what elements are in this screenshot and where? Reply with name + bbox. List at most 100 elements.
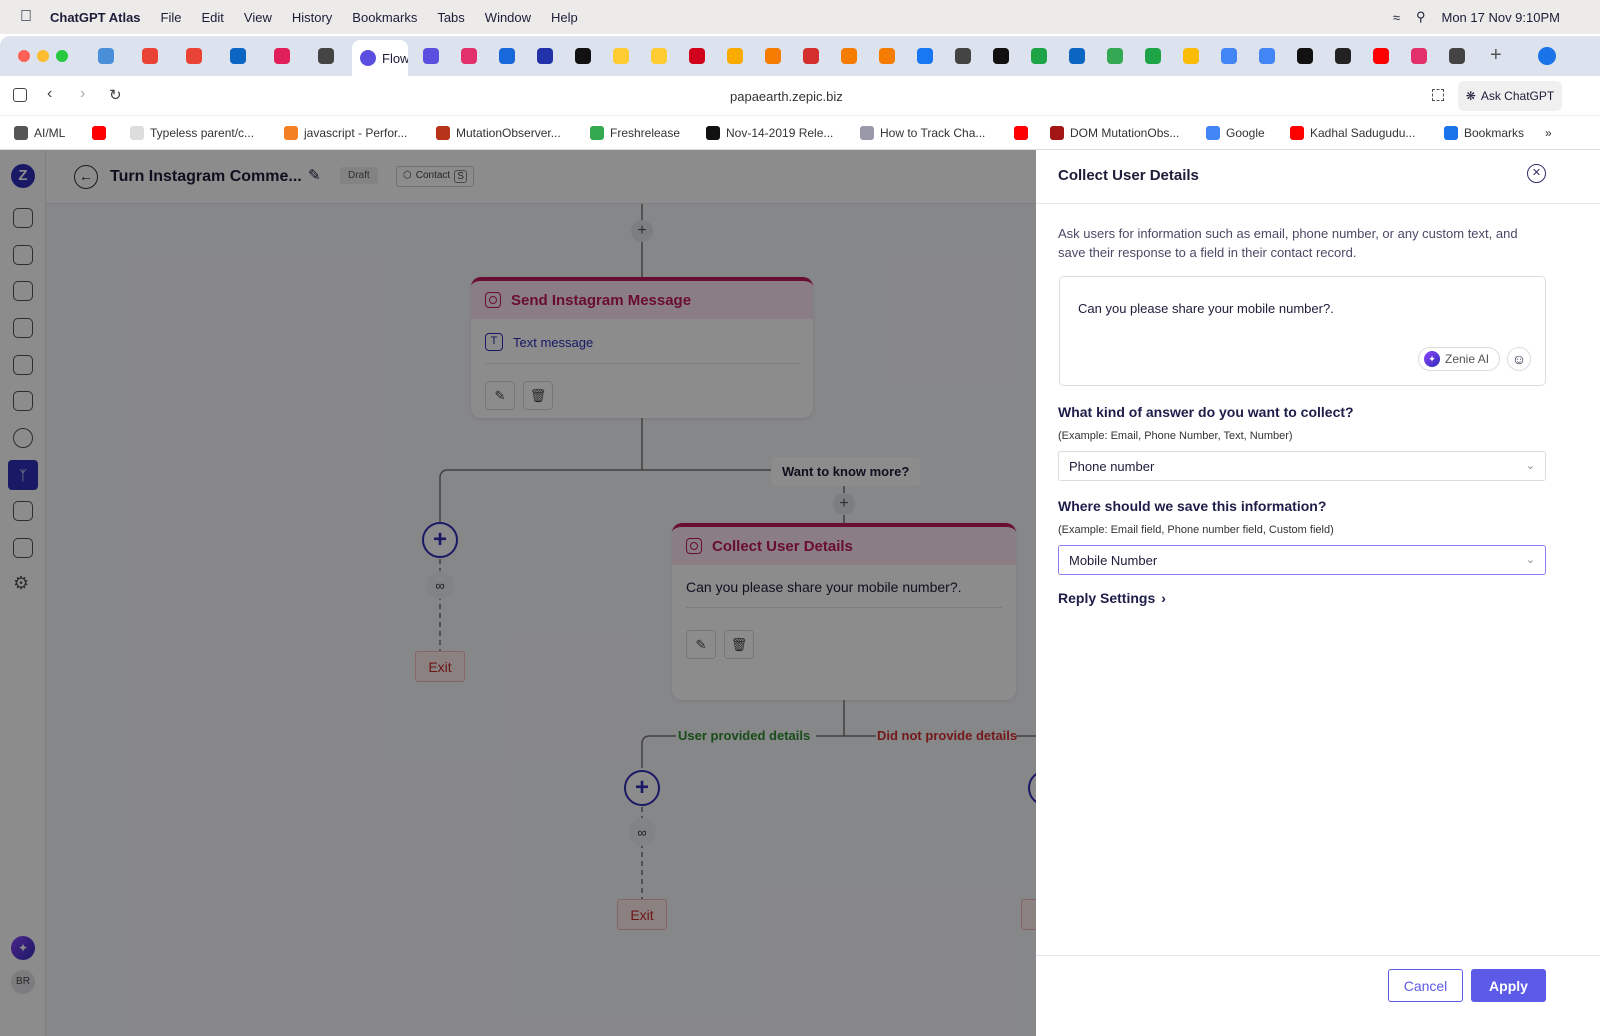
wifi-icon[interactable]: ≈ [1393, 10, 1400, 25]
drive-icon[interactable] [1183, 48, 1199, 64]
bookmark-icon [1444, 126, 1458, 140]
menu-edit[interactable]: Edit [201, 10, 223, 25]
bookmark-item[interactable] [1014, 126, 1028, 140]
bookmark-item[interactable] [92, 126, 106, 140]
close-window-button[interactable] [18, 50, 30, 62]
bookmark-item[interactable]: javascript - Perfor... [284, 126, 407, 140]
zepic-icon[interactable] [423, 48, 439, 64]
apple-icon[interactable]:  [20, 8, 32, 26]
menu-file[interactable]: File [161, 10, 182, 25]
menu-window[interactable]: Window [485, 10, 531, 25]
emoji-icon[interactable]: ☺ [1507, 347, 1531, 371]
menu-help[interactable]: Help [551, 10, 578, 25]
infinity-icon[interactable] [537, 48, 553, 64]
bookmark-label: Freshrelease [610, 126, 681, 140]
huggingface-icon[interactable] [651, 48, 667, 64]
docs-icon[interactable] [1221, 48, 1237, 64]
menu-view[interactable]: View [244, 10, 272, 25]
panel-description: Ask users for information such as email,… [1058, 226, 1518, 260]
bookmark-icon [284, 126, 298, 140]
bookmark-icon [706, 126, 720, 140]
bookmark-item[interactable]: How to Track Cha... [860, 126, 985, 140]
bookmark-item[interactable]: MutationObserver... [436, 126, 561, 140]
qr-icon[interactable] [1432, 89, 1444, 101]
bookmark-label: DOM MutationObs... [1070, 126, 1180, 140]
more-bookmarks-icon[interactable]: » [1545, 126, 1552, 140]
facebook-icon[interactable] [917, 48, 933, 64]
jira-icon[interactable] [499, 48, 515, 64]
reload-icon[interactable]: ↻ [109, 86, 122, 104]
app-icon[interactable] [575, 48, 591, 64]
box-icon[interactable] [841, 48, 857, 64]
message-textarea[interactable]: Can you please share your mobile number?… [1059, 276, 1546, 386]
modal-backdrop[interactable] [0, 150, 1036, 1036]
mail-icon[interactable] [98, 48, 114, 64]
bookmark-label: AI/ML [34, 126, 66, 140]
bookmark-item[interactable]: Typeless parent/c... [130, 126, 254, 140]
tab-active[interactable]: Flow [352, 40, 408, 76]
zenie-ai-button[interactable]: ✦ Zenie AI [1418, 347, 1500, 371]
profile-icon[interactable] [1538, 47, 1556, 65]
bookmark-item[interactable]: Bookmarks [1444, 126, 1524, 140]
menu-app-name[interactable]: ChatGPT Atlas [50, 10, 141, 25]
sheets-icon[interactable] [1145, 48, 1161, 64]
openai-icon[interactable] [955, 48, 971, 64]
circle-icon[interactable] [993, 48, 1009, 64]
opera-icon[interactable] [689, 48, 705, 64]
answer-type-select[interactable]: Phone number ⌄ [1058, 451, 1546, 481]
gmail-icon[interactable] [186, 48, 202, 64]
app-icon[interactable] [803, 48, 819, 64]
ask-chatgpt-button[interactable]: ❋ Ask ChatGPT [1458, 81, 1562, 111]
openai-icon[interactable] [318, 48, 334, 64]
cancel-button[interactable]: Cancel [1388, 969, 1463, 1002]
instagram-icon[interactable] [1411, 48, 1427, 64]
save-field-select[interactable]: Mobile Number ⌄ [1058, 545, 1546, 575]
linkedin-icon[interactable] [1069, 48, 1085, 64]
bookmark-item[interactable]: Nov-14-2019 Rele... [706, 126, 833, 140]
menu-history[interactable]: History [292, 10, 332, 25]
slack-icon[interactable] [274, 48, 290, 64]
youtube-icon[interactable] [1373, 48, 1389, 64]
new-tab-icon[interactable]: + [1490, 44, 1502, 67]
bookmark-item[interactable]: Freshrelease [590, 126, 680, 140]
zoom-window-button[interactable] [56, 50, 68, 62]
box-icon[interactable] [879, 48, 895, 64]
github-icon[interactable] [1297, 48, 1313, 64]
minimize-window-button[interactable] [37, 50, 49, 62]
close-icon[interactable]: ✕ [1527, 164, 1546, 183]
url-field[interactable]: papaearth.zepic.biz [730, 89, 843, 104]
menu-tabs[interactable]: Tabs [437, 10, 464, 25]
bookmark-label: Google [1226, 126, 1265, 140]
sidebar-toggle-icon[interactable] [13, 88, 27, 102]
bookmark-icon [92, 126, 106, 140]
answer-type-hint: (Example: Email, Phone Number, Text, Num… [1058, 430, 1293, 442]
bookmark-item[interactable]: Kadhal Sadugudu... [1290, 126, 1415, 140]
linkedin-icon[interactable] [230, 48, 246, 64]
instagram-icon[interactable] [461, 48, 477, 64]
app-icon[interactable] [1335, 48, 1351, 64]
reply-settings-link[interactable]: Reply Settings › [1058, 590, 1166, 606]
colab-icon[interactable] [727, 48, 743, 64]
docs-icon[interactable] [1259, 48, 1275, 64]
bookmark-label: How to Track Cha... [880, 126, 986, 140]
bookmark-item[interactable]: AI/ML [14, 126, 65, 140]
answer-type-label: What kind of answer do you want to colle… [1058, 404, 1354, 420]
search-icon[interactable]: ⚲ [1416, 9, 1426, 25]
bookmark-item[interactable]: Google [1206, 126, 1265, 140]
menubar-clock[interactable]: Mon 17 Nov 9:10PM [1441, 10, 1560, 25]
bookmark-label: javascript - Perfor... [304, 126, 408, 140]
menu-bookmarks[interactable]: Bookmarks [352, 10, 417, 25]
forward-icon[interactable]: › [80, 85, 85, 103]
back-icon[interactable]: ‹ [47, 85, 52, 103]
bookmark-icon [130, 126, 144, 140]
answer-type-value: Phone number [1069, 458, 1155, 474]
openai-icon[interactable] [1449, 48, 1465, 64]
apply-button[interactable]: Apply [1471, 969, 1546, 1002]
gmail-icon[interactable] [142, 48, 158, 64]
bookmark-item[interactable]: DOM MutationObs... [1050, 126, 1179, 140]
bookmark-label: Bookmarks [1464, 126, 1525, 140]
drive-icon[interactable] [1107, 48, 1123, 64]
huggingface-icon[interactable] [613, 48, 629, 64]
box-icon[interactable] [765, 48, 781, 64]
badge-icon[interactable] [1031, 48, 1047, 64]
